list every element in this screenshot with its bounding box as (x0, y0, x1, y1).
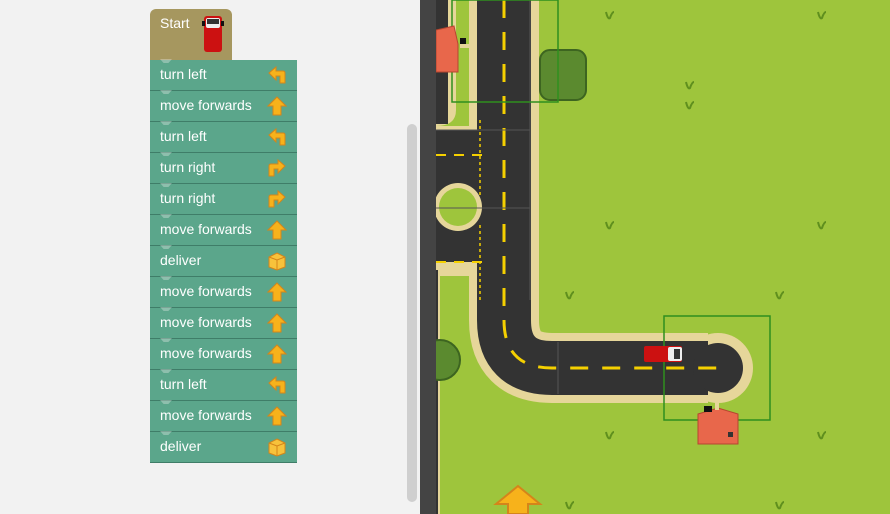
block-notch (160, 90, 172, 94)
turn-left-arrow-icon (267, 65, 287, 85)
block-label: move forwards (160, 314, 252, 330)
forward-arrow-icon (266, 96, 288, 116)
package-box-icon (267, 251, 287, 271)
block-notch (160, 183, 172, 187)
forward-arrow-icon (266, 406, 288, 426)
code-block-turn-right[interactable]: turn right (150, 152, 297, 184)
forward-arrow-icon (266, 282, 288, 302)
block-label: deliver (160, 252, 202, 268)
code-block-turn-right[interactable]: turn right (150, 183, 297, 215)
package-box-icon (267, 437, 287, 457)
block-notch (160, 431, 172, 435)
code-block-turn-left[interactable]: turn left (150, 369, 297, 401)
code-block-deliver[interactable]: deliver (150, 431, 297, 463)
house-icon (436, 25, 472, 73)
code-block-move-forwards[interactable]: move forwards (150, 214, 297, 246)
turn-right-arrow-icon (267, 158, 287, 178)
block-label: turn left (160, 66, 207, 82)
turn-left-arrow-icon (267, 375, 287, 395)
panel-divider[interactable] (420, 0, 436, 514)
block-notch (160, 152, 172, 156)
block-label: move forwards (160, 345, 252, 361)
forward-arrow-icon (266, 220, 288, 240)
forward-arrow-icon (266, 344, 288, 364)
grass-tufts (565, 11, 827, 510)
bush-icon (539, 49, 587, 101)
code-block-turn-left[interactable]: turn left (150, 121, 297, 153)
block-notch (160, 338, 172, 342)
code-block-move-forwards[interactable]: move forwards (150, 90, 297, 122)
code-block-move-forwards[interactable]: move forwards (150, 276, 297, 308)
code-block-deliver[interactable]: deliver (150, 245, 297, 277)
block-notch (160, 59, 172, 63)
block-notch (160, 121, 172, 125)
turn-right-arrow-icon (267, 189, 287, 209)
block-label: turn left (160, 376, 207, 392)
direction-arrow-icon[interactable] (493, 484, 543, 514)
block-notch (160, 276, 172, 280)
block-label: move forwards (160, 97, 252, 113)
block-label: turn right (160, 159, 216, 175)
block-notch (160, 369, 172, 373)
block-notch (160, 214, 172, 218)
block-label: move forwards (160, 283, 252, 299)
block-notch (160, 307, 172, 311)
turn-left-arrow-icon (267, 127, 287, 147)
code-block-move-forwards[interactable]: move forwards (150, 400, 297, 432)
delivery-van-icon (644, 346, 682, 362)
block-label: turn right (160, 190, 216, 206)
game-map (436, 0, 890, 514)
block-label: turn left (160, 128, 207, 144)
code-block-move-forwards[interactable]: move forwards (150, 307, 297, 339)
block-label: deliver (160, 438, 202, 454)
block-notch (160, 400, 172, 404)
code-block-turn-left[interactable]: turn left (150, 59, 297, 91)
forward-arrow-icon (266, 313, 288, 333)
block-label: move forwards (160, 407, 252, 423)
blockly-workspace[interactable]: Start turn left move forwards turn left tur… (0, 0, 420, 514)
start-block-label: Start (160, 15, 190, 31)
code-block-move-forwards[interactable]: move forwards (150, 338, 297, 370)
workspace-scrollbar[interactable] (407, 124, 417, 502)
start-block[interactable]: Start (150, 9, 232, 60)
van-icon (202, 16, 224, 52)
house-icon (697, 396, 739, 445)
block-label: move forwards (160, 221, 252, 237)
block-notch (160, 245, 172, 249)
